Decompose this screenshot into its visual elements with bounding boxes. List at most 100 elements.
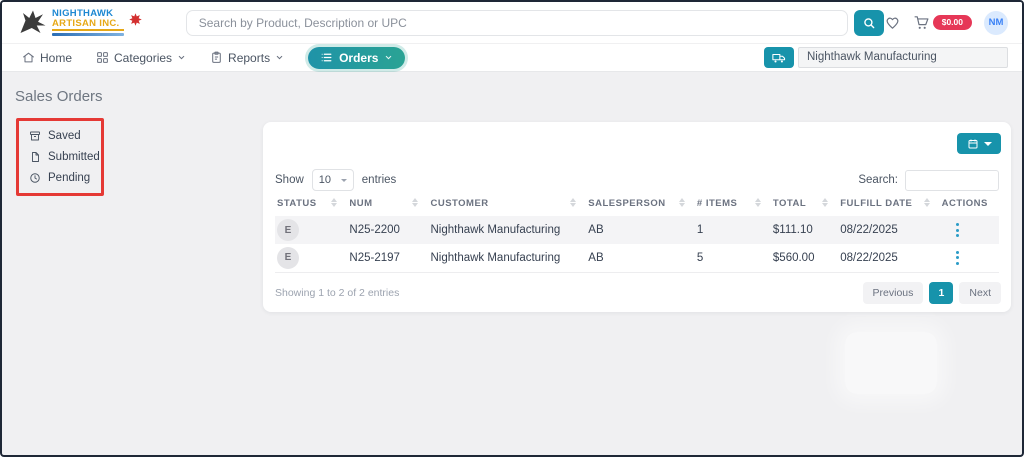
order-salesperson: AB	[586, 216, 695, 244]
col-fulfill-date[interactable]: FULFILL DATE	[838, 194, 939, 216]
order-fulfill-date: 08/22/2025	[838, 244, 939, 272]
sort-icon	[331, 198, 337, 207]
clock-icon	[29, 172, 41, 184]
logo-tagline-bar	[52, 33, 124, 36]
status-badge: E	[277, 219, 299, 241]
archive-icon	[29, 130, 41, 142]
order-total: $560.00	[771, 244, 838, 272]
col-items[interactable]: # ITEMS	[695, 194, 771, 216]
wishlist-button[interactable]	[884, 14, 901, 31]
nav-item-label: Reports	[228, 51, 270, 65]
order-total: $111.10	[771, 216, 838, 244]
order-fulfill-date: 08/22/2025	[838, 216, 939, 244]
logo-text: NIGHTHAWK ARTISAN INC.	[52, 9, 124, 36]
sort-icon	[570, 198, 576, 207]
search-icon	[862, 16, 876, 30]
page-size-value: 10	[319, 174, 331, 186]
eagle-logo-icon	[18, 8, 48, 38]
table-search-input[interactable]	[905, 170, 999, 191]
orders-table: STATUS NUM CUSTOMER SALESPERSON # ITEMS …	[275, 194, 999, 273]
maple-leaf-icon	[128, 12, 143, 27]
filter-submitted[interactable]: Submitted	[29, 151, 91, 163]
order-items: 1	[695, 216, 771, 244]
chevron-down-icon	[984, 142, 992, 146]
company-logo[interactable]: NIGHTHAWK ARTISAN INC.	[2, 8, 176, 38]
page-size-select[interactable]: 10	[312, 169, 354, 191]
filter-label: Saved	[48, 130, 81, 142]
company-selector: Nighthawk Manufacturing	[764, 47, 1022, 68]
col-num[interactable]: NUM	[347, 194, 428, 216]
nav-item-label: Orders	[339, 51, 378, 65]
previous-page-button[interactable]: Previous	[863, 282, 924, 304]
row-actions-button[interactable]	[950, 219, 965, 241]
company-switch-button[interactable]	[764, 47, 794, 68]
nav-item-categories[interactable]: Categories	[96, 51, 186, 65]
nav-item-orders-active[interactable]: Orders	[308, 47, 405, 69]
filter-label: Pending	[48, 172, 90, 184]
nav-item-home[interactable]: Home	[22, 51, 72, 65]
filter-saved[interactable]: Saved	[29, 130, 91, 142]
cart-button[interactable]	[913, 14, 930, 31]
company-name-field[interactable]: Nighthawk Manufacturing	[798, 47, 1008, 68]
order-num: N25-2200	[347, 216, 428, 244]
filter-label: Submitted	[48, 151, 100, 163]
sort-icon	[924, 198, 930, 207]
logo-line2: ARTISAN INC.	[52, 19, 124, 32]
table-row[interactable]: E N25-2197 Nighthawk Manufacturing AB 5 …	[275, 244, 999, 272]
top-icons: $0.00 NM	[884, 11, 1022, 35]
table-row[interactable]: E N25-2200 Nighthawk Manufacturing AB 1 …	[275, 216, 999, 244]
app-window: NIGHTHAWK ARTISAN INC.	[0, 0, 1024, 457]
order-num: N25-2197	[347, 244, 428, 272]
col-status[interactable]: STATUS	[275, 194, 347, 216]
filter-pending[interactable]: Pending	[29, 172, 91, 184]
file-icon	[29, 151, 41, 163]
user-avatar[interactable]: NM	[984, 11, 1008, 35]
chevron-down-icon	[177, 53, 186, 62]
sort-icon	[755, 198, 761, 207]
table-controls: Show 10 entries Search:	[275, 168, 999, 192]
sort-icon	[822, 198, 828, 207]
row-actions-button[interactable]	[950, 247, 965, 269]
status-badge: E	[277, 247, 299, 269]
table-footer: Showing 1 to 2 of 2 entries Previous 1 N…	[275, 280, 1001, 306]
col-total[interactable]: TOTAL	[771, 194, 838, 216]
cart-icon	[913, 14, 930, 31]
table-search-label: Search:	[858, 174, 898, 186]
calendar-icon	[967, 138, 979, 150]
show-label: Show	[275, 174, 304, 186]
order-customer: Nighthawk Manufacturing	[428, 216, 586, 244]
order-salesperson: AB	[586, 244, 695, 272]
chevron-down-icon	[341, 179, 347, 182]
home-icon	[22, 51, 35, 64]
col-salesperson[interactable]: SALESPERSON	[586, 194, 695, 216]
truck-icon	[772, 52, 786, 64]
global-search	[186, 10, 884, 36]
next-page-button[interactable]: Next	[959, 282, 1001, 304]
cart-total-badge[interactable]: $0.00	[933, 15, 972, 30]
top-bar: NIGHTHAWK ARTISAN INC.	[2, 2, 1022, 44]
product-search-input[interactable]	[186, 10, 848, 36]
search-button[interactable]	[854, 10, 884, 36]
grid-icon	[96, 51, 109, 64]
nav-item-reports[interactable]: Reports	[210, 51, 284, 65]
table-search-control: Search:	[858, 170, 999, 191]
orders-panel: Show 10 entries Search: S	[263, 122, 1011, 312]
orders-table-wrap: STATUS NUM CUSTOMER SALESPERSON # ITEMS …	[275, 194, 999, 273]
page-title: Sales Orders	[15, 88, 103, 105]
order-items: 5	[695, 244, 771, 272]
sort-icon	[679, 198, 685, 207]
entries-label: entries	[362, 174, 397, 186]
table-header-row: STATUS NUM CUSTOMER SALESPERSON # ITEMS …	[275, 194, 999, 216]
faded-overlay-artifact	[845, 332, 937, 394]
list-icon	[320, 51, 333, 64]
date-filter-button[interactable]	[957, 133, 1001, 154]
chevron-down-icon	[275, 53, 284, 62]
cart-group: $0.00	[913, 14, 972, 31]
page-number-button[interactable]: 1	[929, 282, 953, 304]
nav-item-label: Categories	[114, 51, 172, 65]
sort-icon	[412, 198, 418, 207]
order-status-filter-box: Saved Submitted Pending	[16, 118, 104, 196]
clipboard-icon	[210, 51, 223, 64]
col-customer[interactable]: CUSTOMER	[428, 194, 586, 216]
entries-summary: Showing 1 to 2 of 2 entries	[275, 287, 399, 299]
